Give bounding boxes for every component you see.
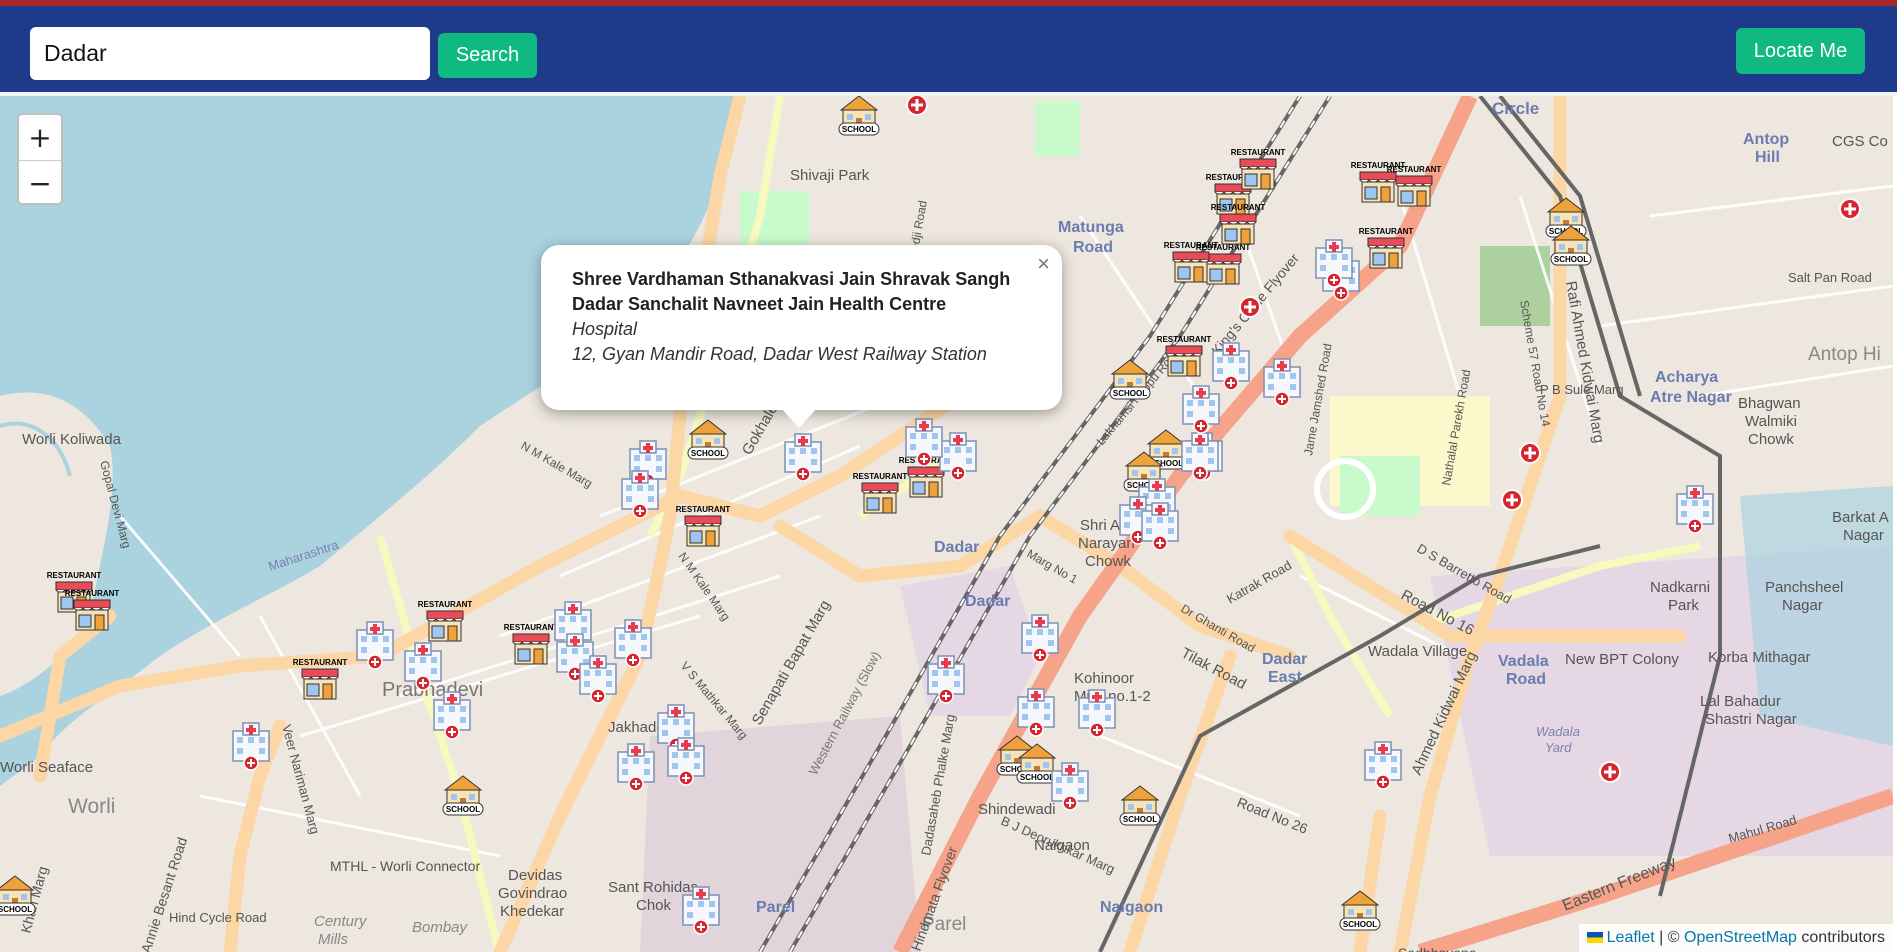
restaurant-marker-text: RESTAURANT [504,623,559,632]
restaurant-marker-icon[interactable]: RESTAURANT [853,472,908,514]
hospital-marker-icon[interactable] [927,655,965,704]
school-marker-text: SCHOOL [1020,773,1054,782]
restaurant-marker-text: RESTAURANT [1387,165,1442,174]
school-marker-text: SCHOOL [0,905,32,914]
restaurant-marker-text: RESTAURANT [1231,148,1286,157]
hospital-marker-icon[interactable] [682,886,720,935]
hospital-symbol-icon [906,96,928,116]
hospital-symbol-icon [1239,296,1261,318]
hospital-marker-icon[interactable] [433,691,471,740]
school-marker-icon[interactable]: SCHOOL [687,419,729,460]
restaurant-marker-text: RESTAURANT [418,600,473,609]
restaurant-marker-text: RESTAURANT [293,658,348,667]
hospital-symbol-icon [1599,761,1621,783]
hospital-marker-icon[interactable] [1021,614,1059,663]
hospital-marker-icon[interactable] [232,722,270,771]
hospital-marker-icon[interactable] [1212,342,1250,391]
popup-place-type: Hospital [572,319,638,339]
zoom-out-button[interactable]: − [19,161,61,206]
map-attribution: Leaflet | © OpenStreetMap contributors [1578,924,1893,952]
restaurant-marker-text: RESTAURANT [1164,241,1219,250]
hospital-marker-icon[interactable] [404,642,442,691]
zoom-control: + − [17,113,63,205]
search-button[interactable]: Search [438,33,537,78]
restaurant-marker-icon[interactable]: RESTAURANT [1231,148,1286,190]
hospital-marker-icon[interactable] [1263,358,1301,407]
restaurant-marker-text: RESTAURANT [1211,203,1266,212]
restaurant-marker-icon[interactable]: RESTAURANT [504,623,559,665]
zoom-in-button[interactable]: + [19,115,61,161]
restaurant-marker-text: RESTAURANT [65,589,120,598]
osm-link[interactable]: OpenStreetMap [1684,929,1797,946]
popup-place-address: 12, Gyan Mandir Road, Dadar West Railway… [572,344,987,364]
restaurant-marker-icon[interactable]: RESTAURANT [418,600,473,642]
restaurant-marker-text: RESTAURANT [47,571,102,580]
school-marker-text: SCHOOL [842,125,876,134]
restaurant-marker-text: RESTAURANT [1157,335,1212,344]
restaurant-marker-icon[interactable]: RESTAURANT [676,505,731,547]
popup-close-button[interactable]: × [1037,251,1050,277]
hospital-marker-icon[interactable] [1017,688,1055,737]
map-container[interactable]: Shivaji Park Matunga Road Circle Antop H… [0,96,1893,952]
popup-place-name: Shree Vardhaman Sthanakvasi Jain Shravak… [572,269,1011,314]
hospital-marker-icon[interactable] [356,621,394,670]
restaurant-marker-icon[interactable]: RESTAURANT [1211,203,1266,245]
school-marker-text: SCHOOL [1123,815,1157,824]
hospital-marker-icon[interactable] [1078,689,1116,738]
restaurant-marker-icon[interactable]: RESTAURANT [1387,165,1442,207]
school-marker-icon[interactable]: SCHOOL [0,875,36,916]
school-marker-icon[interactable]: SCHOOL [838,96,880,136]
school-marker-icon[interactable]: SCHOOL [1109,359,1151,400]
hospital-symbol-icon [1519,442,1541,464]
school-marker-text: SCHOOL [1554,255,1588,264]
hospital-symbol-icon [1501,489,1523,511]
school-marker-text: SCHOOL [1343,920,1377,929]
school-marker-icon[interactable]: SCHOOL [1119,785,1161,826]
restaurant-marker-icon[interactable]: RESTAURANT [293,658,348,700]
restaurant-marker-text: RESTAURANT [1359,227,1414,236]
marker-layer: RESTAURANT RESTAURANT RESTAURANT RESTAURANT… [0,96,1861,935]
hospital-marker-icon[interactable] [1182,385,1220,434]
restaurant-marker-text: RESTAURANT [853,472,908,481]
school-marker-icon[interactable]: SCHOOL [1339,890,1381,931]
restaurant-marker-text: RESTAURANT [676,505,731,514]
attribution-sep: | © [1659,929,1680,946]
search-input[interactable] [30,27,430,80]
locate-me-button[interactable]: Locate Me [1736,28,1865,74]
hospital-marker-icon[interactable] [784,433,822,482]
school-marker-text: SCHOOL [691,449,725,458]
hospital-marker-icon[interactable] [1676,485,1714,534]
school-marker-icon[interactable]: SCHOOL [442,775,484,816]
school-marker-text: SCHOOL [446,805,480,814]
hospital-marker-icon[interactable] [617,743,655,792]
header-bar: Search Locate Me [0,6,1897,92]
hospital-symbol-icon [1839,198,1861,220]
attribution-suffix: contributors [1801,929,1885,946]
popup-tip [781,408,817,428]
restaurant-marker-icon[interactable]: RESTAURANT [1359,227,1414,269]
hospital-marker-icon[interactable] [939,432,977,481]
place-popup: × Shree Vardhaman Sthanakvasi Jain Shrav… [541,245,1062,410]
restaurant-marker-icon[interactable]: RESTAURANT [1157,335,1212,377]
ukraine-flag-icon [1586,932,1603,943]
hospital-marker-icon[interactable] [1364,741,1402,790]
hospital-marker-icon[interactable] [1051,762,1089,811]
school-marker-text: SCHOOL [1113,389,1147,398]
hospital-marker-icon[interactable] [614,619,652,668]
leaflet-link[interactable]: Leaflet [1607,929,1655,946]
